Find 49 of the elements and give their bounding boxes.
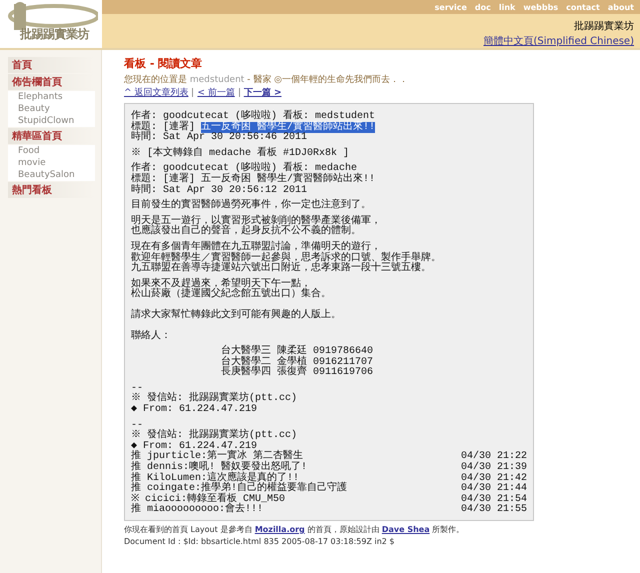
push-time: 04/30 21:39: [460, 463, 527, 474]
nav-link[interactable]: contact: [566, 2, 600, 12]
sidebar-subitem[interactable]: Elephants: [8, 91, 95, 103]
article-line: 作者: goodcutecat (哆啦啦) 看板: medstudent: [131, 112, 376, 122]
sidebar-subitem[interactable]: movie: [8, 157, 95, 169]
nav-link[interactable]: service: [434, 2, 467, 12]
article-line: 九五聯盟在善導寺捷運站六號出口附近，忠孝東路一段十三號五樓。: [131, 264, 432, 275]
article-nav-link[interactable]: < 前一篇: [197, 86, 235, 99]
language-link[interactable]: 簡體中文頁(Simplified Chinese): [483, 34, 634, 48]
sidebar-subitem[interactable]: Beauty: [8, 103, 95, 115]
site-name: 批踢踢實業坊: [574, 20, 634, 33]
nav-link[interactable]: about: [608, 2, 634, 12]
article-line: 聯絡人：: [131, 332, 172, 342]
credit-link[interactable]: Mozilla.org: [254, 525, 305, 534]
logo-text: 批踢踢實業坊: [20, 26, 89, 43]
push-time: 04/30 21:22: [460, 452, 527, 462]
article-nav-link[interactable]: ^ 返回文章列表: [124, 86, 188, 99]
credit-link[interactable]: Dave Shea: [382, 525, 430, 534]
location-text: 您現在的位置是 medstudent - 醫家 ◎一個年輕的生命先我們而去．．: [124, 74, 409, 86]
contact-line: 長庚醫學四 張復齊 0911619706: [220, 368, 374, 379]
article-line: ◆ From: 61.224.47.219: [131, 405, 258, 416]
push-time: 04/30 21:44: [460, 484, 527, 494]
sidebar-subitem[interactable]: BeautySalon: [8, 169, 95, 181]
article-line: ※ 發信站: 批踢踢實業坊(ptt.cc): [131, 431, 298, 442]
article-line: ※ [本文轉錄自 medache 看板 #1DJ0Rx8k ]: [131, 148, 350, 160]
nav-link[interactable]: link: [498, 2, 516, 12]
article-line: 松山菸廠（捷運國父紀念館五號出口）集合。: [131, 290, 332, 301]
push-time: 04/30 21:42: [460, 474, 527, 484]
article-line: 也應該發出自己的聲音，起身反抗不公不義的體制。: [131, 227, 362, 238]
article-line: 時間: Sat Apr 30 20:56:46 2011: [131, 133, 308, 144]
article-nav-link[interactable]: 下一篇 >: [244, 86, 282, 99]
nav-link[interactable]: doc: [474, 2, 491, 12]
article-line: 目前發生的實習醫師過勞死事件，你一定也注意到了。: [131, 201, 372, 212]
article-line: --: [131, 384, 144, 394]
article-line: 時間: Sat Apr 30 20:56:12 2011: [131, 186, 308, 196]
page-title: 看板 - 閱讀文章: [124, 56, 204, 71]
article-line: ※ 發信站: 批踢踢實業坊(ptt.cc): [131, 394, 298, 404]
nav-link[interactable]: webbbs: [523, 2, 558, 12]
sidebar-subitem[interactable]: Food: [8, 145, 95, 157]
article-line: 請求大家幫忙轉錄此文到可能有興趣的人版上。: [131, 310, 342, 322]
article-line: --: [131, 420, 144, 431]
push-time: 04/30 21:55: [460, 505, 527, 516]
push-time: 04/30 21:54: [460, 494, 527, 505]
footer-credit: 你現在看到的首頁 Layout 是參考自 Mozilla.org 的首頁，原始設計由 Dave Shea 所製作。: [124, 524, 466, 535]
push-comment: 推 miaooooooooo:會去!!!: [131, 505, 264, 516]
article-line: 標題: [連署] 五一反奇困 醫學生/實習醫師站出來!!: [131, 174, 376, 185]
article-line: 現在有多個青年團體在九五聯盟討論，準備明天的遊行，: [131, 242, 382, 253]
sidebar-subitem[interactable]: StupidClown: [8, 115, 95, 127]
document-id: Document Id : $Id: bbsarticle.html 835 2005-08-17 03:18:59Z in2 $: [124, 537, 396, 546]
